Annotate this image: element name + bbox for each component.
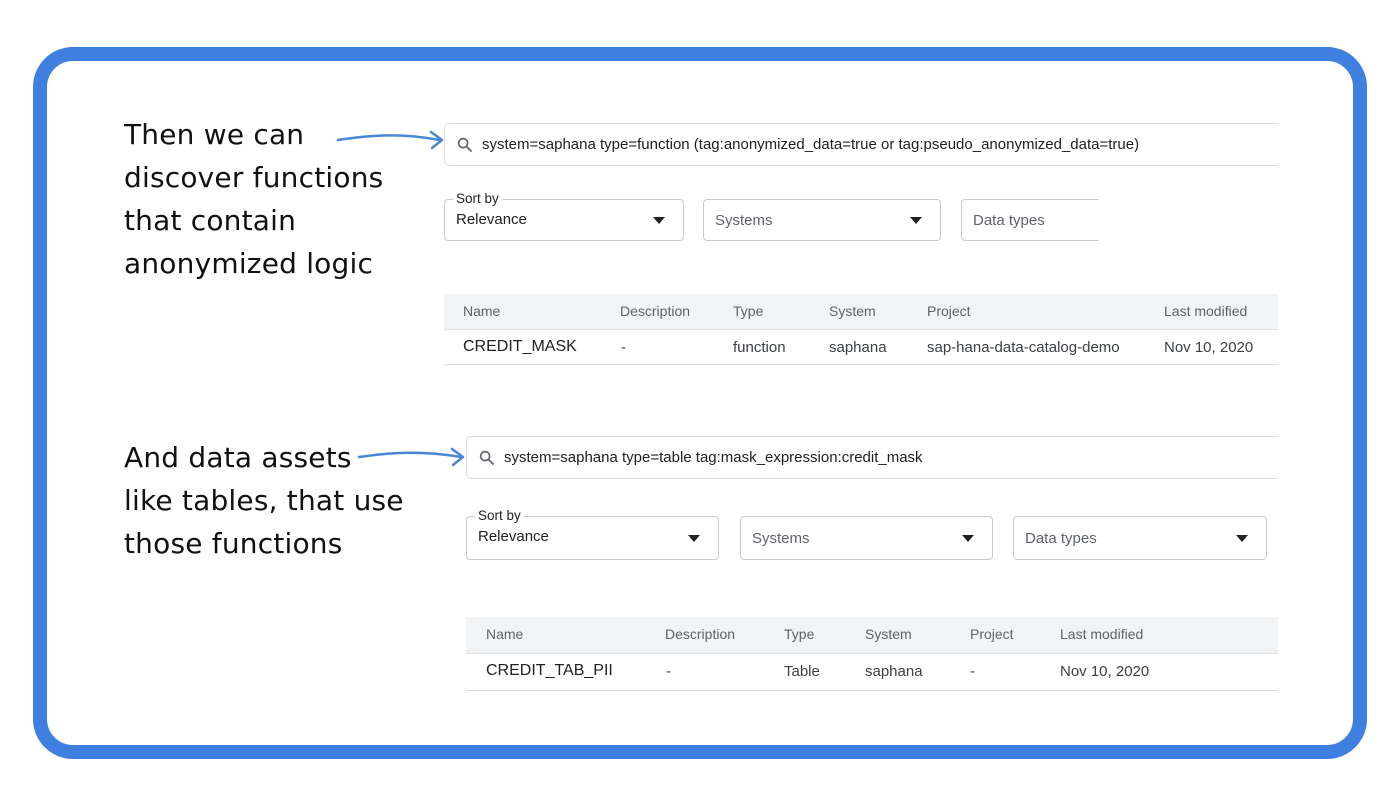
sort-by-label: Sort by <box>453 191 502 206</box>
cell-project: sap-hana-data-catalog-demo <box>927 339 1120 356</box>
cell-type: function <box>733 339 786 356</box>
column-header-name[interactable]: Name <box>463 303 500 319</box>
results-table: Name Description Type System Project Las… <box>466 617 1278 692</box>
cell-description: - <box>666 663 671 680</box>
sort-by-value: Relevance <box>456 211 527 228</box>
table-row[interactable]: CREDIT_MASK - function saphana sap-hana-… <box>444 329 1278 365</box>
callout-line: that contain <box>124 204 297 237</box>
column-header-type[interactable]: Type <box>784 626 814 642</box>
cell-last-modified: Nov 10, 2020 <box>1060 663 1150 680</box>
dropdown-caret-icon <box>1236 535 1248 542</box>
column-header-description[interactable]: Description <box>620 303 690 319</box>
results-table: Name Description Type System Project Las… <box>444 294 1278 366</box>
callout-line: anonymized logic <box>124 247 374 280</box>
data-types-select[interactable]: Data types <box>1013 516 1267 560</box>
callout-line: like tables, that use <box>124 484 404 517</box>
dropdown-caret-icon <box>653 217 665 224</box>
search-icon <box>479 450 494 465</box>
column-header-last-modified[interactable]: Last modified <box>1060 626 1143 642</box>
callout-line: those functions <box>124 527 343 560</box>
table-header: Name Description Type System Project Las… <box>444 294 1278 329</box>
cell-system: saphana <box>829 339 887 356</box>
dropdown-caret-icon <box>688 535 700 542</box>
column-header-project[interactable]: Project <box>970 626 1014 642</box>
sort-by-value: Relevance <box>478 528 549 545</box>
search-bar[interactable]: system=saphana type=function (tag:anonym… <box>444 123 1278 166</box>
cell-name[interactable]: CREDIT_TAB_PII <box>486 662 613 680</box>
sort-by-label: Sort by <box>475 508 524 523</box>
table-header: Name Description Type System Project Las… <box>466 617 1278 653</box>
arrow-icon <box>357 447 465 467</box>
cell-description: - <box>621 339 626 356</box>
column-header-project[interactable]: Project <box>927 303 971 319</box>
column-header-description[interactable]: Description <box>665 626 735 642</box>
table-row[interactable]: CREDIT_TAB_PII - Table saphana - Nov 10,… <box>466 653 1278 691</box>
search-icon <box>457 137 472 152</box>
systems-select[interactable]: Systems <box>740 516 993 560</box>
cell-type: Table <box>784 663 820 680</box>
data-types-label: Data types <box>973 212 1045 229</box>
dropdown-caret-icon <box>962 535 974 542</box>
sort-by-select[interactable]: Sort by Relevance <box>444 191 684 241</box>
column-header-last-modified[interactable]: Last modified <box>1164 303 1247 319</box>
column-header-system[interactable]: System <box>865 626 912 642</box>
data-types-label: Data types <box>1025 530 1097 547</box>
callout-line: discover functions <box>124 161 384 194</box>
cell-last-modified: Nov 10, 2020 <box>1164 339 1254 356</box>
sort-by-select[interactable]: Sort by Relevance <box>466 508 719 560</box>
column-header-type[interactable]: Type <box>733 303 763 319</box>
search-query: system=saphana type=function (tag:anonym… <box>482 136 1140 153</box>
search-query: system=saphana type=table tag:mask_expre… <box>504 449 923 466</box>
cell-system: saphana <box>865 663 923 680</box>
column-header-system[interactable]: System <box>829 303 876 319</box>
systems-label: Systems <box>752 530 810 547</box>
column-header-name[interactable]: Name <box>486 626 523 642</box>
systems-select[interactable]: Systems <box>703 199 941 241</box>
arrow-icon <box>336 130 444 150</box>
dropdown-caret-icon <box>910 217 922 224</box>
systems-label: Systems <box>715 212 773 229</box>
cell-name[interactable]: CREDIT_MASK <box>463 338 577 356</box>
data-types-select[interactable]: Data types <box>961 199 1098 241</box>
search-bar[interactable]: system=saphana type=table tag:mask_expre… <box>466 436 1278 479</box>
cell-project: - <box>970 663 975 680</box>
